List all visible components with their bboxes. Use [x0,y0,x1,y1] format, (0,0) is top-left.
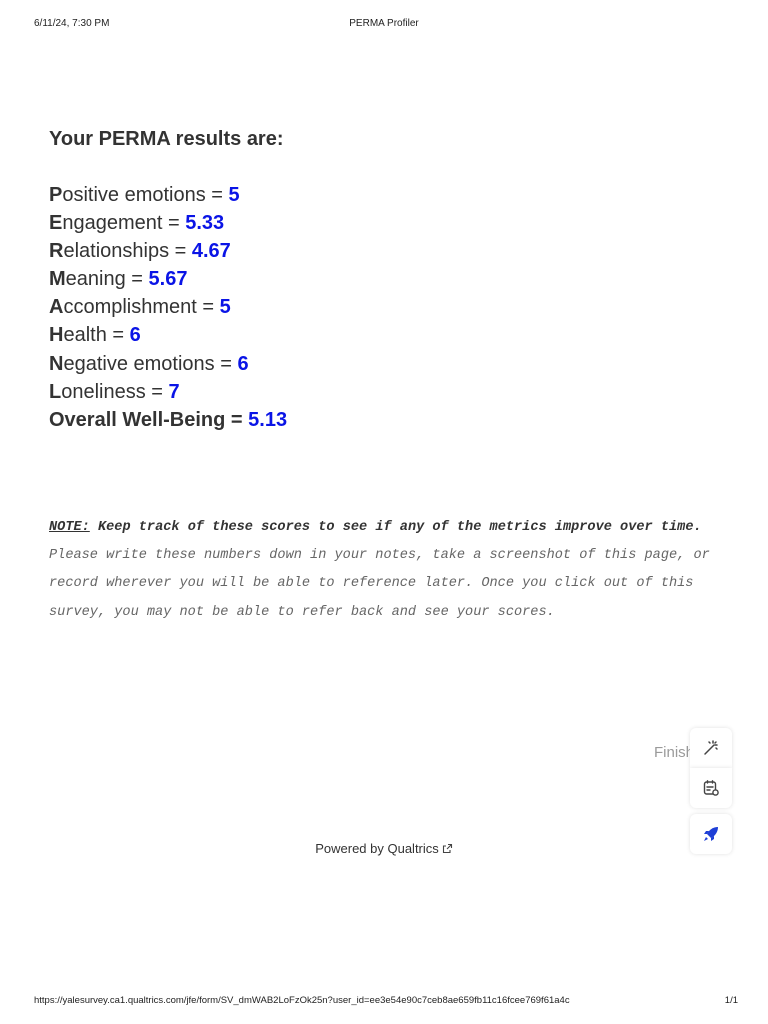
metric-positive-emotions: Positive emotions = 5 [49,184,240,206]
metric-health: Health = 6 [49,324,141,347]
finish-button[interactable]: Finish [654,744,694,761]
side-toolbar [690,728,732,854]
metric-loneliness: Loneliness = 7 [49,380,180,403]
print-page-number: 1/1 [724,995,738,1006]
note-label: NOTE: [49,520,90,535]
print-header: 6/11/24, 7:30 PM PERMA Profiler [34,18,734,32]
metric-value: 5 [228,184,240,206]
note-emphasis: Keep track of these scores to see if any… [97,520,702,535]
metric-engagement: Engagement = 5.33 [49,212,225,235]
metric-value: 7 [168,380,180,403]
metric-accomplishment: Accomplishment = 5 [49,296,231,319]
powered-by-qualtrics-link[interactable]: Powered by Qualtrics [315,841,453,856]
metric-overall-well-being: Overall Well-Being = 5.13 [49,408,288,431]
print-footer: https://yalesurvey.ca1.qualtrics.com/jfe… [34,995,738,1007]
metric-value: 5.67 [148,268,188,291]
external-link-icon [442,842,453,857]
metric-value: 4.67 [191,240,231,263]
magic-wand-button[interactable] [690,728,732,768]
results-heading: Your PERMA results are: [49,128,284,150]
perma-metrics-list: Positive emotions = 5 Engagement = 5.33 … [49,181,287,434]
note-paragraph: NOTE: Keep track of these scores to see … [49,514,729,627]
note-body: Please write these numbers down in your … [49,548,710,620]
notes-sync-button[interactable] [690,768,732,808]
metric-value: 5.33 [185,212,225,235]
magic-wand-icon [702,739,720,757]
metric-value: 5 [219,296,231,319]
metric-negative-emotions: Negative emotions = 6 [49,352,249,375]
metric-value: 5.13 [248,408,288,431]
notes-sync-icon [702,779,720,797]
print-url: https://yalesurvey.ca1.qualtrics.com/jfe… [34,995,570,1006]
powered-by: Powered by Qualtrics [0,841,768,857]
print-page-title: PERMA Profiler [349,18,419,29]
metric-relationships: Relationships = 4.67 [49,240,231,263]
metric-value: 6 [237,352,249,375]
metric-value: 6 [129,324,141,347]
metric-meaning: Meaning = 5.67 [49,268,188,291]
